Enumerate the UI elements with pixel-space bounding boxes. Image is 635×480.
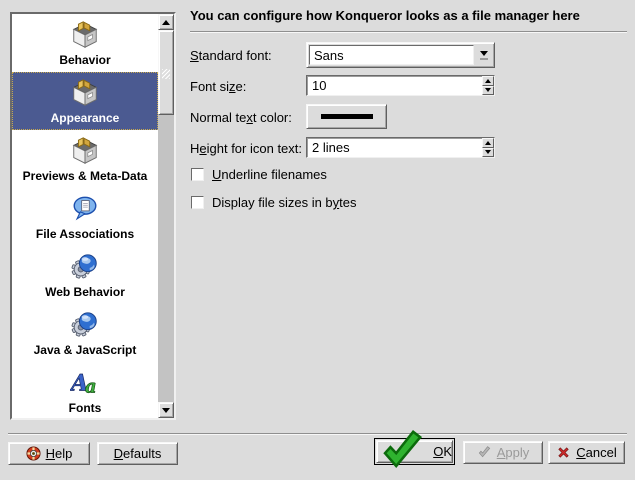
module-list-items: Behavior Appearance [12,14,158,418]
icon-text-height-input[interactable] [309,139,480,156]
footer-separator [8,433,627,435]
sidebar-item-label: Appearance [51,111,120,125]
green-check-icon [377,426,428,477]
apply-button[interactable]: Apply [463,441,543,464]
font-size-spin-buttons [482,76,494,95]
icon-text-height-spinbox [306,137,495,158]
sidebar-item-label: Fonts [69,401,102,415]
cancel-button-label: Cancel [576,445,616,460]
sidebar-item-label: Previews & Meta-Data [23,169,148,183]
combobox-selected-text: Sans [314,48,344,63]
normal-text-color-label: Normal text color: [190,110,292,125]
arrow-up-icon [485,79,491,83]
spin-down-button[interactable] [482,148,494,158]
module-list-scrollbar[interactable] [158,14,174,418]
underline-filenames-label[interactable]: Underline filenames [212,167,327,182]
standard-font-combobox[interactable]: Sans [306,42,495,68]
sidebar-item-fonts[interactable]: A a Fonts [12,362,158,418]
sidebar-item-label: Behavior [59,53,110,67]
sidebar-item-label: Web Behavior [45,285,125,299]
color-swatch [321,114,373,119]
arrow-down-icon [485,88,491,92]
text-color-button[interactable] [306,104,387,129]
svg-text:a: a [85,376,97,397]
file-cabinet-icon [70,136,100,166]
sidebar-item-behavior[interactable]: Behavior [12,14,158,72]
combobox-dropdown-button[interactable] [476,46,491,64]
arrow-down-icon [485,150,491,154]
fonts-aa-icon: A a [70,368,100,398]
scrollbar-down-button[interactable] [158,402,174,418]
display-file-sizes-bytes-checkbox[interactable] [191,196,204,209]
sidebar-item-previews-meta-data[interactable]: Previews & Meta-Data [12,130,158,188]
scrollbar-thumb[interactable] [158,30,174,115]
arrow-up-icon [162,20,170,25]
spin-down-button[interactable] [482,86,494,96]
file-cabinet-icon [70,78,100,108]
sidebar-item-java-javascript[interactable]: Java & JavaScript [12,304,158,362]
display-file-sizes-bytes-label[interactable]: Display file sizes in bytes [212,195,357,210]
globe-gear-icon [70,310,100,340]
combobox-value[interactable]: Sans [309,45,474,65]
globe-gear-icon [70,252,100,282]
life-preserver-icon [26,446,41,461]
module-list: Behavior Appearance [10,12,176,420]
scrollbar-up-button[interactable] [158,14,174,30]
combobox-dash [480,58,488,60]
defaults-button[interactable]: Defaults [97,442,178,465]
apply-button-label: Apply [497,445,530,460]
spin-up-button[interactable] [482,138,494,148]
sidebar-item-label: Java & JavaScript [34,343,137,357]
ok-button-label: OK [433,444,452,459]
font-size-label: Font size: [190,79,246,94]
icon-text-height-label: Height for icon text: [190,141,302,156]
sidebar-item-appearance[interactable]: Appearance [12,72,158,130]
icon-text-height-spin-buttons [482,138,494,157]
ok-button-default-frame: OK [374,438,455,465]
sidebar-item-file-associations[interactable]: File Associations [12,188,158,246]
speech-bubble-icon [70,194,100,224]
chevron-down-icon [480,51,488,56]
cancel-button[interactable]: Cancel [548,441,625,464]
header-separator [190,31,627,33]
font-size-spinbox [306,75,495,96]
defaults-button-label: Defaults [114,446,162,461]
grey-check-icon [477,445,492,460]
sidebar-item-label: File Associations [36,227,134,241]
spin-up-button[interactable] [482,76,494,86]
ok-button[interactable]: OK [376,440,453,463]
arrow-up-icon [485,141,491,145]
font-size-input[interactable] [309,77,480,94]
sidebar-item-web-behavior[interactable]: Web Behavior [12,246,158,304]
help-button[interactable]: Help [8,442,90,465]
konqueror-file-manager-settings-dialog: Behavior Appearance [0,0,635,480]
red-x-icon [556,445,571,460]
arrow-down-icon [162,408,170,413]
standard-font-label: Standard font: [190,48,272,63]
page-title: You can configure how Konqueror looks as… [190,8,627,23]
underline-filenames-checkbox[interactable] [191,168,204,181]
file-cabinet-icon [70,20,100,50]
help-button-label: Help [46,446,73,461]
